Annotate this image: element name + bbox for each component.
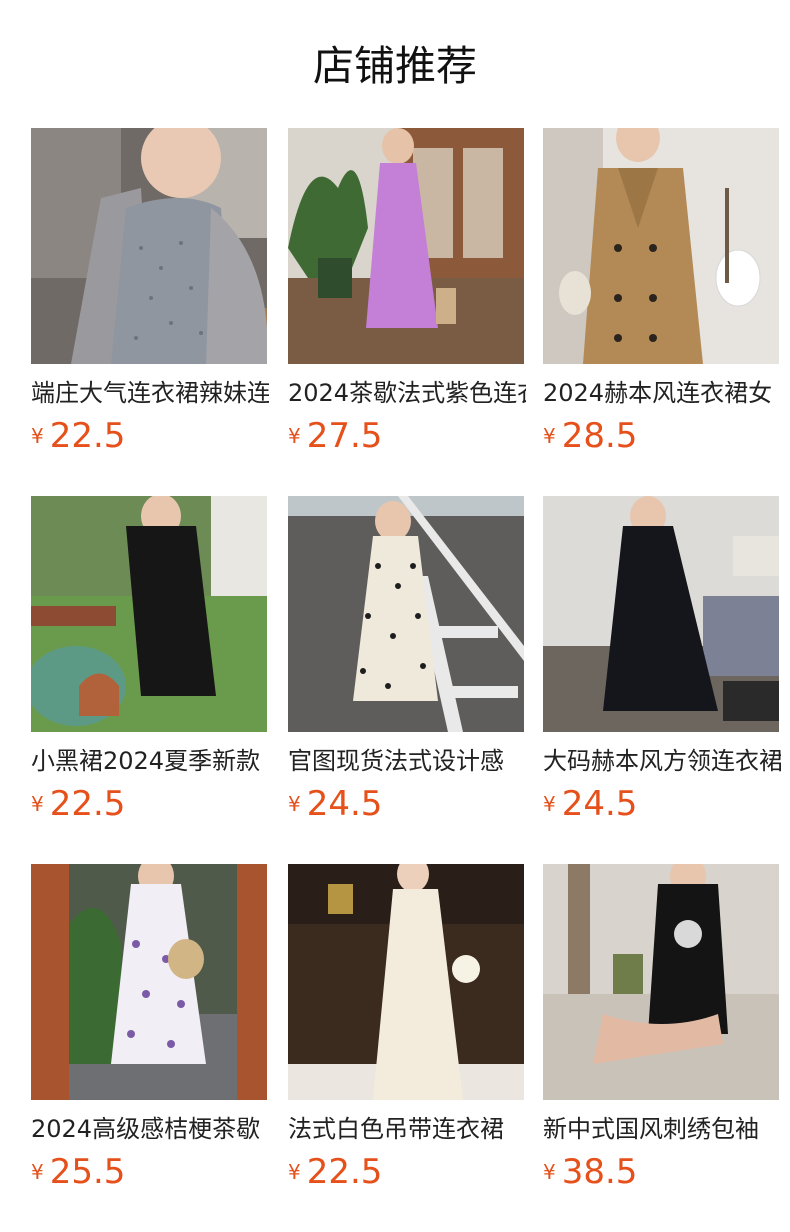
- currency-symbol: ¥: [288, 424, 301, 448]
- product-name: 新中式国风刺绣包袖: [543, 1115, 759, 1143]
- currency-symbol: ¥: [31, 792, 44, 816]
- price-amount: 22.5: [49, 416, 126, 456]
- product-card[interactable]: 官图现货法式设计感 ¥24.5: [288, 496, 524, 824]
- product-image[interactable]: [543, 864, 779, 1100]
- currency-symbol: ¥: [31, 424, 44, 448]
- product-price: ¥28.5: [543, 416, 779, 456]
- price-amount: 24.5: [306, 784, 383, 824]
- product-image[interactable]: [31, 864, 267, 1100]
- product-card[interactable]: 端庄大气连衣裙辣妹连衣裙 ¥22.5: [31, 128, 269, 456]
- currency-symbol: ¥: [543, 792, 556, 816]
- product-image[interactable]: [288, 496, 524, 732]
- price-amount: 22.5: [306, 1152, 383, 1192]
- product-price: ¥24.5: [543, 784, 779, 824]
- product-price: ¥27.5: [288, 416, 524, 456]
- price-amount: 24.5: [561, 784, 638, 824]
- price-amount: 25.5: [49, 1152, 126, 1192]
- product-image[interactable]: [31, 128, 267, 364]
- product-image[interactable]: [288, 128, 524, 364]
- product-name: 2024高级感桔梗茶歇: [31, 1115, 261, 1143]
- price-amount: 27.5: [306, 416, 383, 456]
- product-name: 大码赫本风方领连衣裙: [543, 747, 781, 775]
- product-image[interactable]: [543, 496, 779, 732]
- price-amount: 22.5: [49, 784, 126, 824]
- product-card[interactable]: 2024高级感桔梗茶歇 ¥25.5: [31, 864, 267, 1192]
- product-card[interactable]: 2024赫本风连衣裙女 ¥28.5: [543, 128, 779, 456]
- product-name: 小黑裙2024夏季新款: [31, 747, 261, 775]
- product-card[interactable]: 法式白色吊带连衣裙 ¥22.5: [288, 864, 524, 1192]
- currency-symbol: ¥: [288, 1160, 301, 1184]
- product-price: ¥22.5: [31, 416, 267, 456]
- product-image[interactable]: [288, 864, 524, 1100]
- product-card[interactable]: 2024茶歇法式紫色连衣裙 ¥27.5: [288, 128, 526, 456]
- product-price: ¥25.5: [31, 1152, 267, 1192]
- currency-symbol: ¥: [31, 1160, 44, 1184]
- product-price: ¥38.5: [543, 1152, 779, 1192]
- product-name: 法式白色吊带连衣裙: [288, 1115, 504, 1143]
- product-image[interactable]: [31, 496, 267, 732]
- product-name: 2024赫本风连衣裙女: [543, 379, 773, 407]
- product-name: 官图现货法式设计感: [288, 747, 504, 775]
- product-price: ¥22.5: [31, 784, 267, 824]
- page-title: 店铺推荐: [313, 42, 477, 90]
- product-image[interactable]: [543, 128, 779, 364]
- price-amount: 38.5: [561, 1152, 638, 1192]
- product-name: 2024茶歇法式紫色连衣裙: [288, 379, 526, 407]
- product-card[interactable]: 大码赫本风方领连衣裙 ¥24.5: [543, 496, 781, 824]
- product-card[interactable]: 新中式国风刺绣包袖 ¥38.5: [543, 864, 779, 1192]
- product-name: 端庄大气连衣裙辣妹连衣裙: [31, 379, 269, 407]
- product-price: ¥22.5: [288, 1152, 524, 1192]
- currency-symbol: ¥: [288, 792, 301, 816]
- currency-symbol: ¥: [543, 424, 556, 448]
- product-card[interactable]: 小黑裙2024夏季新款 ¥22.5: [31, 496, 267, 824]
- price-amount: 28.5: [561, 416, 638, 456]
- currency-symbol: ¥: [543, 1160, 556, 1184]
- product-price: ¥24.5: [288, 784, 524, 824]
